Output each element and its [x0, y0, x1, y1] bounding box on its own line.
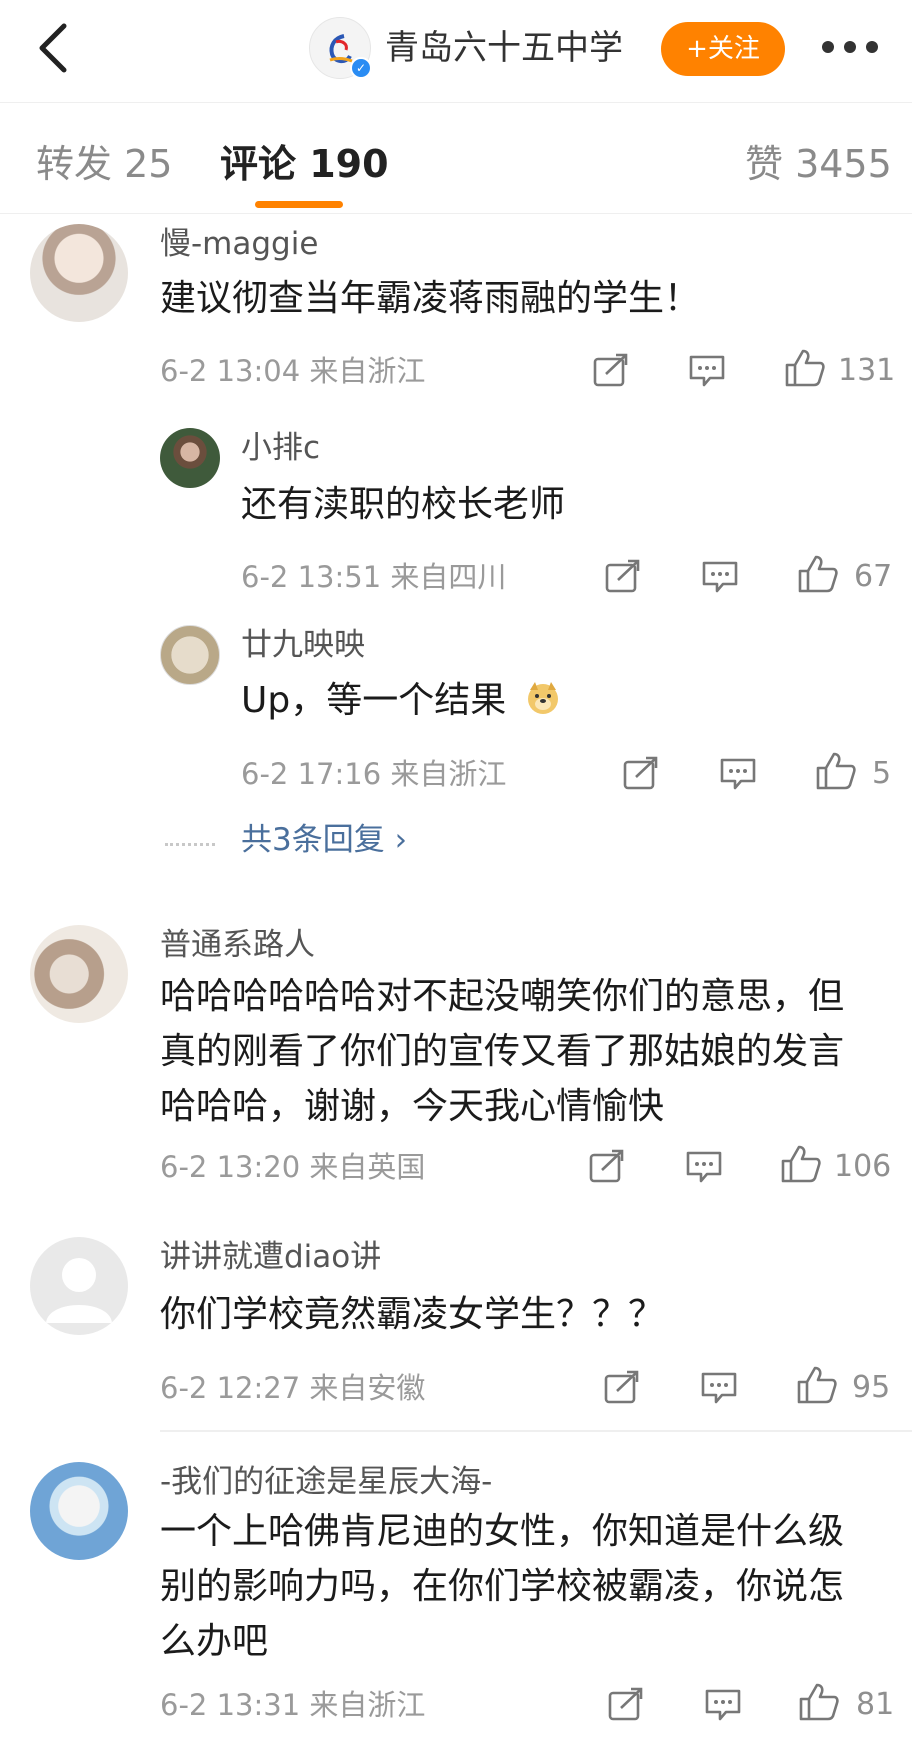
like-count: 95 — [852, 1370, 891, 1405]
like-count: 106 — [834, 1149, 892, 1184]
comment-text: 你们学校竟然霸凌女学生？？？ — [160, 1294, 665, 1335]
reply-meta: 6-2 13:51 来自四川 — [241, 560, 507, 594]
comment-icon[interactable] — [700, 1371, 738, 1405]
reply-username[interactable]: 廿九映映 — [241, 625, 365, 665]
top-bar: ✓ 青岛六十五中学 +关注 — [0, 0, 912, 100]
reply-text: Up，等一个结果 — [241, 680, 507, 721]
follow-button[interactable]: +关注 — [661, 22, 785, 76]
comment-meta: 6-2 13:04 来自浙江 — [160, 354, 426, 388]
tab-likes[interactable]: 赞 3455 — [745, 141, 892, 187]
back-arrow-icon[interactable] — [34, 22, 74, 74]
like-icon[interactable] — [784, 348, 826, 388]
avatar[interactable] — [30, 1462, 128, 1560]
comment-icon[interactable] — [719, 757, 757, 791]
reply-username[interactable]: 小排c — [241, 428, 320, 468]
like-count: 131 — [838, 353, 896, 388]
verified-badge-icon: ✓ — [350, 57, 372, 79]
comment-text: 建议彻查当年霸凌蒋雨融的学生！ — [160, 278, 701, 319]
repost-icon[interactable] — [622, 755, 660, 791]
like-count: 5 — [872, 756, 892, 791]
active-tab-indicator — [255, 201, 343, 208]
comment-text-line: 哈哈哈哈哈哈对不起没嘲笑你们的意思，但 — [160, 976, 845, 1017]
repost-icon[interactable] — [607, 1686, 645, 1722]
reply-meta: 6-2 17:16 来自浙江 — [241, 757, 507, 791]
comment-icon[interactable] — [701, 560, 739, 594]
repost-icon[interactable] — [603, 1369, 641, 1405]
comment-text-line: 一个上哈佛肯尼迪的女性，你知道是什么级 — [160, 1511, 845, 1552]
comment-meta: 6-2 12:27 来自安徽 — [160, 1371, 426, 1405]
avatar[interactable] — [160, 625, 220, 685]
comment-icon[interactable] — [688, 354, 726, 388]
default-user-icon — [46, 1258, 112, 1323]
comment-text-line: 别的影响力吗，在你们学校被霸凌，你说怎 — [160, 1566, 845, 1607]
comment-username[interactable]: -我们的征途是星辰大海- — [160, 1462, 492, 1502]
comment-text-line: 哈哈哈，谢谢，今天我心情愉快 — [160, 1086, 665, 1127]
comment-text-line: 么办吧 — [160, 1621, 269, 1662]
account-name[interactable]: 青岛六十五中学 — [385, 26, 623, 70]
like-icon[interactable] — [815, 751, 857, 791]
avatar[interactable] — [160, 428, 220, 488]
comment-username[interactable]: 讲讲就遭diao讲 — [160, 1237, 381, 1277]
repost-icon[interactable] — [588, 1148, 626, 1184]
comment-username[interactable]: 普通系路人 — [160, 925, 315, 965]
comment-meta: 6-2 13:20 来自英国 — [160, 1150, 426, 1184]
comment-icon[interactable] — [685, 1150, 723, 1184]
reply-divider — [165, 843, 215, 846]
more-options-icon[interactable] — [822, 34, 884, 60]
tab-comments[interactable]: 评论 190 — [220, 141, 389, 187]
like-count: 81 — [856, 1687, 895, 1722]
repost-icon[interactable] — [604, 558, 642, 594]
view-more-replies-link[interactable]: 共3条回复 › — [241, 820, 407, 860]
avatar[interactable] — [30, 1237, 128, 1335]
tab-reposts[interactable]: 转发 25 — [36, 141, 172, 187]
doge-emoji-icon — [525, 680, 561, 716]
like-icon[interactable] — [797, 554, 839, 594]
avatar[interactable] — [30, 224, 128, 322]
comment-username[interactable]: 慢-maggie — [160, 224, 318, 264]
like-count: 67 — [854, 559, 893, 594]
like-icon[interactable] — [796, 1365, 838, 1405]
comment-icon[interactable] — [704, 1688, 742, 1722]
repost-icon[interactable] — [592, 352, 630, 388]
avatar[interactable] — [30, 925, 128, 1023]
comment-divider — [160, 1430, 912, 1432]
comment-text-line: 真的刚看了你们的宣传又看了那姑娘的发言 — [160, 1031, 845, 1072]
tab-bar: 转发 25 评论 190 赞 3455 — [0, 102, 912, 214]
like-icon[interactable] — [780, 1144, 822, 1184]
comment-meta: 6-2 13:31 来自浙江 — [160, 1688, 426, 1722]
reply-text: 还有渎职的校长老师 — [241, 484, 566, 525]
like-icon[interactable] — [798, 1682, 840, 1722]
